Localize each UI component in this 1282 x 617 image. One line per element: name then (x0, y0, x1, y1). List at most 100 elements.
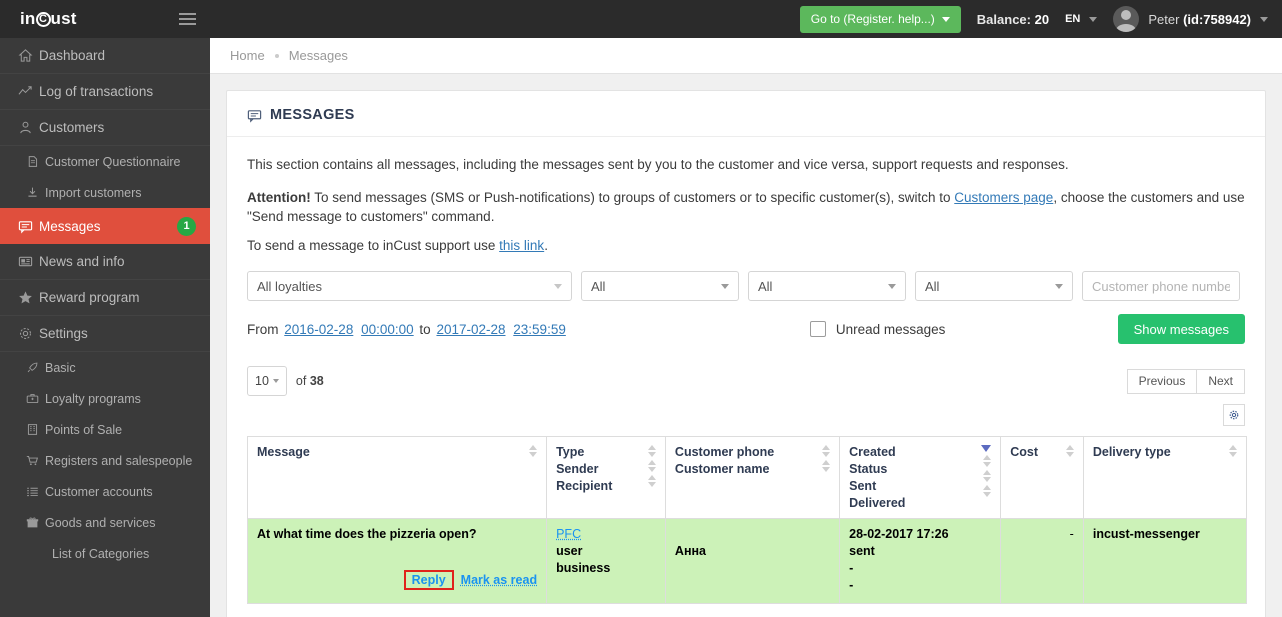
sidebar-item-customers[interactable]: Customers (0, 110, 210, 146)
support-link[interactable]: this link (499, 238, 544, 253)
sort-icon[interactable] (983, 470, 991, 482)
sidebar-item-points-of-sale[interactable]: Points of Sale (0, 414, 210, 445)
sidebar-item-messages[interactable]: Messages 1 (0, 208, 210, 244)
message-icon (247, 108, 262, 123)
sidebar-item-log-of-transactions[interactable]: Log of transactions (0, 74, 210, 110)
sidebar-item-label: News and info (39, 254, 125, 269)
column-label: Sender (556, 462, 612, 476)
table-settings-button[interactable] (1223, 404, 1245, 426)
sort-icon-active[interactable] (981, 445, 991, 452)
language-selector[interactable]: EN (1065, 13, 1097, 25)
user-id: (id:758942) (1183, 12, 1251, 27)
sidebar-item-label: Customers (39, 120, 104, 135)
column-header-message[interactable]: Message (248, 437, 547, 519)
goto-label: Go to (Register. help...) (811, 12, 935, 26)
delivered-value: - (849, 578, 991, 592)
sort-icon[interactable] (529, 445, 537, 457)
cell-delivery-type: incust-messenger (1083, 519, 1246, 604)
attention-label: Attention! (247, 190, 311, 205)
breadcrumb-current: Messages (289, 48, 348, 63)
support-text-2: . (544, 238, 548, 253)
cell-cost: - (1001, 519, 1084, 604)
column-header-created[interactable]: Created Status Sent Delivered (840, 437, 1001, 519)
goto-register-help-button[interactable]: Go to (Register. help...) (800, 6, 961, 33)
language-label: EN (1065, 13, 1080, 25)
messages-card: MESSAGES This section contains all messa… (226, 90, 1266, 617)
unread-messages-checkbox[interactable]: Unread messages (810, 321, 946, 337)
sender-value: user (556, 544, 656, 558)
previous-page-button[interactable]: Previous (1127, 369, 1198, 394)
sidebar-item-basic[interactable]: Basic (0, 352, 210, 383)
next-page-button[interactable]: Next (1197, 369, 1245, 394)
sidebar-item-label: Goods and services (45, 516, 155, 530)
sidebar-item-loyalty-programs[interactable]: Loyalty programs (0, 383, 210, 414)
sort-icon[interactable] (822, 460, 830, 472)
column-label: Status (849, 462, 905, 476)
table-head: Message Type (248, 437, 1247, 519)
sort-icon[interactable] (983, 485, 991, 497)
hamburger-icon[interactable] (179, 13, 196, 25)
sort-icon[interactable] (983, 455, 991, 467)
user-menu[interactable]: Peter (id:758942) (1113, 6, 1268, 32)
column-header-type[interactable]: Type Sender Recipient (547, 437, 666, 519)
sidebar-item-registers-and-salespeople[interactable]: Registers and salespeople (0, 445, 210, 476)
column-header-delivery-type[interactable]: Delivery type (1083, 437, 1246, 519)
column-header-cost[interactable]: Cost (1001, 437, 1084, 519)
column-label: Sent (849, 479, 905, 493)
sort-icon[interactable] (648, 445, 656, 457)
sidebar-item-settings[interactable]: Settings (0, 316, 210, 352)
document-icon (26, 155, 45, 168)
logo[interactable]: inCust (20, 9, 77, 29)
sidebar-item-label: Settings (39, 326, 88, 341)
building-icon (26, 423, 45, 436)
date-to-link[interactable]: 2017-02-28 (436, 322, 505, 337)
per-page-value: 10 (255, 374, 269, 388)
sidebar-item-list-of-categories[interactable]: List of Categories (0, 538, 210, 569)
sort-icon[interactable] (1066, 445, 1074, 457)
sort-icon[interactable] (1229, 445, 1237, 457)
page-title: MESSAGES (270, 107, 355, 123)
news-icon (18, 254, 39, 269)
date-from-link[interactable]: 2016-02-28 (284, 322, 353, 337)
mark-as-read-link[interactable]: Mark as read (461, 573, 537, 587)
chevron-down-icon (1089, 17, 1097, 22)
sidebar-item-import-customers[interactable]: Import customers (0, 177, 210, 208)
sidebar-item-label: Log of transactions (39, 84, 153, 99)
reply-link[interactable]: Reply (412, 573, 446, 587)
sidebar-item-goods-and-services[interactable]: Goods and services (0, 507, 210, 538)
gift-icon (26, 516, 45, 529)
gear-icon (18, 326, 39, 341)
filter-select-4[interactable]: All (915, 271, 1073, 301)
breadcrumb-home[interactable]: Home (230, 48, 265, 63)
filter-select-3[interactable]: All (748, 271, 906, 301)
sort-icon[interactable] (648, 475, 656, 487)
time-from-link[interactable]: 00:00:00 (361, 322, 414, 337)
date-range: From 2016-02-28 00:00:00 to 2017-02-28 2… (247, 322, 568, 337)
attention-paragraph: Attention! To send messages (SMS or Push… (247, 188, 1245, 227)
chevron-down-icon (1260, 17, 1268, 22)
sort-icon[interactable] (648, 460, 656, 472)
customers-page-link[interactable]: Customers page (954, 190, 1053, 205)
type-value[interactable]: PFC (556, 527, 656, 541)
per-page-select[interactable]: 10 (247, 366, 287, 396)
customer-phone-input[interactable] (1082, 271, 1240, 301)
show-messages-button[interactable]: Show messages (1118, 314, 1245, 344)
time-to-link[interactable]: 23:59:59 (513, 322, 566, 337)
cost-value: - (1010, 527, 1074, 541)
sidebar-item-reward-program[interactable]: Reward program (0, 280, 210, 316)
filters-row: All loyalties All All All (247, 271, 1245, 301)
avatar (1113, 6, 1139, 32)
filter-select-2[interactable]: All (581, 271, 739, 301)
chart-line-icon (18, 84, 39, 99)
loyalty-select[interactable]: All loyalties (247, 271, 572, 301)
checkbox-box (810, 321, 826, 337)
sidebar-item-customer-accounts[interactable]: Customer accounts (0, 476, 210, 507)
column-header-customer[interactable]: Customer phone Customer name (665, 437, 839, 519)
table-row[interactable]: At what time does the pizzeria open? Rep… (248, 519, 1247, 604)
sidebar-item-news-and-info[interactable]: News and info (0, 244, 210, 280)
sidebar-item-customer-questionnaire[interactable]: Customer Questionnaire (0, 146, 210, 177)
main-content: Home Messages MESSAGES This section cont… (210, 38, 1282, 617)
total-count-value: 38 (310, 374, 324, 388)
sidebar-item-dashboard[interactable]: Dashboard (0, 38, 210, 74)
sort-icon[interactable] (822, 445, 830, 457)
